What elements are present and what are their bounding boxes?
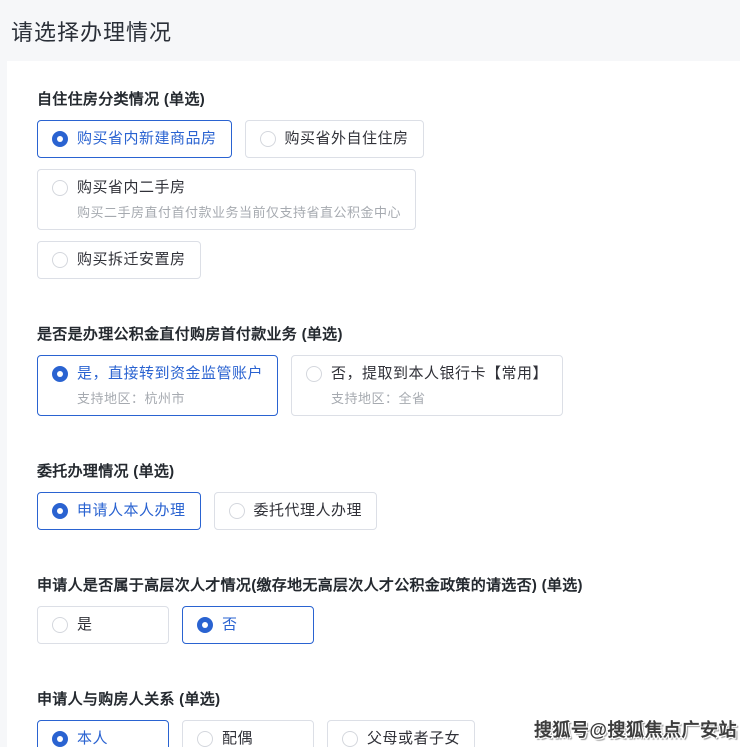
radio-option[interactable]: 购买省外自住住房 xyxy=(244,120,424,158)
radio-unselected-icon xyxy=(52,252,68,268)
option-text: 购买拆迁安置房 xyxy=(77,251,186,269)
radio-option[interactable]: 否 xyxy=(182,606,314,644)
radio-selected-icon xyxy=(52,131,68,147)
radio-unselected-icon xyxy=(52,180,68,196)
radio-option[interactable]: 购买省内新建商品房 xyxy=(37,120,232,158)
radio-selected-icon xyxy=(52,503,68,519)
option-text: 配偶 xyxy=(222,730,253,747)
option-text: 否，提取到本人银行卡【常用】 支持地区：全省 xyxy=(331,365,548,406)
option-text: 申请人本人办理 xyxy=(77,502,186,520)
section-label: 委托办理情况 (单选) xyxy=(37,463,175,480)
radio-option[interactable]: 父母或者子女 xyxy=(327,720,476,747)
options-row: 申请人本人办理 委托代理人办理 xyxy=(37,492,720,530)
option-text: 父母或者子女 xyxy=(367,730,460,747)
option-text: 购买省外自住住房 xyxy=(285,130,409,148)
option-label: 委托代理人办理 xyxy=(253,502,363,519)
radio-unselected-icon xyxy=(52,617,68,633)
option-text: 否 xyxy=(222,616,238,634)
form-section: 委托办理情况 (单选) 申请人本人办理 委托代理人办理 xyxy=(37,460,720,530)
watermark: 搜狐号@搜狐焦点广安站 xyxy=(533,720,737,740)
radio-selected-icon xyxy=(52,366,68,382)
form-section: 申请人是否属于高层次人才情况(缴存地无高层次人才公积金政策的请选否) (单选) 是… xyxy=(37,574,720,644)
option-label: 是，直接转到资金监管账户 xyxy=(77,365,264,382)
radio-unselected-icon xyxy=(342,731,358,747)
radio-option[interactable]: 配偶 xyxy=(182,720,314,747)
option-text: 是 xyxy=(77,616,93,634)
option-label: 购买省内二手房 xyxy=(77,179,186,196)
option-subtext: 购买二手房直付首付款业务当前仅支持省直公积金中心 xyxy=(77,205,402,220)
form-card: 自住住房分类情况 (单选) 购买省内新建商品房 购买省外自住住房购买省内二手房购买二… xyxy=(7,61,740,747)
option-label: 申请人本人办理 xyxy=(77,502,186,519)
section-label: 申请人是否属于高层次人才情况(缴存地无高层次人才公积金政策的请选否) (单选) xyxy=(37,577,583,594)
radio-unselected-icon xyxy=(228,503,245,519)
section-label: 自住住房分类情况 (单选) xyxy=(37,91,206,108)
radio-option[interactable]: 是 xyxy=(37,606,169,644)
option-label: 购买省外自住住房 xyxy=(284,130,409,147)
option-label: 配偶 xyxy=(222,730,254,747)
radio-selected-icon xyxy=(52,731,68,747)
radio-unselected-icon xyxy=(259,131,276,147)
option-subtext: 支持地区：杭州市 xyxy=(77,391,186,406)
form-section: 自住住房分类情况 (单选) 购买省内新建商品房 购买省外自住住房购买省内二手房购买二… xyxy=(37,88,720,279)
options-row: 是否 xyxy=(37,606,720,644)
option-label: 本人 xyxy=(77,730,109,747)
option-label: 否 xyxy=(222,616,238,633)
radio-option[interactable]: 本人 xyxy=(37,720,169,747)
options-row: 是，直接转到资金监管账户 支持地区：杭州市 否，提取到本人银行卡【常用】 支持地区：全… xyxy=(37,355,720,416)
options-row: 购买拆迁安置房 xyxy=(37,241,720,279)
option-label: 否，提取到本人银行卡【常用】 xyxy=(331,365,549,382)
radio-option[interactable]: 购买省内二手房购买二手房直付首付款业务当前仅支持省直公积金中心 xyxy=(37,169,417,230)
options-row: 购买省内二手房购买二手房直付首付款业务当前仅支持省直公积金中心 xyxy=(37,169,720,230)
options-row: 购买省内新建商品房 购买省外自住住房 xyxy=(37,120,720,158)
form-sections: 自住住房分类情况 (单选) 购买省内新建商品房 购买省外自住住房购买省内二手房购买二… xyxy=(37,88,720,747)
page-header: 请选择办理情况 xyxy=(0,0,740,61)
section-label: 申请人与购房人关系 (单选) xyxy=(37,691,221,708)
radio-option[interactable]: 申请人本人办理 xyxy=(37,492,201,530)
section-label: 是否是办理公积金直付购房首付款业务 (单选) xyxy=(37,326,343,343)
radio-selected-icon xyxy=(197,617,213,633)
option-text: 是，直接转到资金监管账户 支持地区：杭州市 xyxy=(77,365,263,406)
radio-option[interactable]: 委托代理人办理 xyxy=(213,492,378,530)
form-section: 是否是办理公积金直付购房首付款业务 (单选) 是，直接转到资金监管账户 支持地区：杭… xyxy=(37,323,720,416)
option-text: 本人 xyxy=(77,730,108,747)
option-label: 父母或者子女 xyxy=(367,730,461,747)
radio-option[interactable]: 购买拆迁安置房 xyxy=(37,241,201,279)
option-label: 是 xyxy=(77,616,93,633)
option-text: 购买省内新建商品房 xyxy=(77,130,217,148)
radio-option[interactable]: 否，提取到本人银行卡【常用】 支持地区：全省 xyxy=(291,355,564,416)
radio-unselected-icon xyxy=(306,366,323,382)
option-text: 购买省内二手房购买二手房直付首付款业务当前仅支持省直公积金中心 xyxy=(77,179,401,220)
page-title: 请选择办理情况 xyxy=(11,19,173,45)
option-label: 购买省内新建商品房 xyxy=(77,130,217,147)
radio-unselected-icon xyxy=(197,731,213,747)
radio-option[interactable]: 是，直接转到资金监管账户 支持地区：杭州市 xyxy=(37,355,279,416)
option-text: 委托代理人办理 xyxy=(254,502,363,520)
option-subtext: 支持地区：全省 xyxy=(331,391,426,406)
option-label: 购买拆迁安置房 xyxy=(77,251,186,268)
